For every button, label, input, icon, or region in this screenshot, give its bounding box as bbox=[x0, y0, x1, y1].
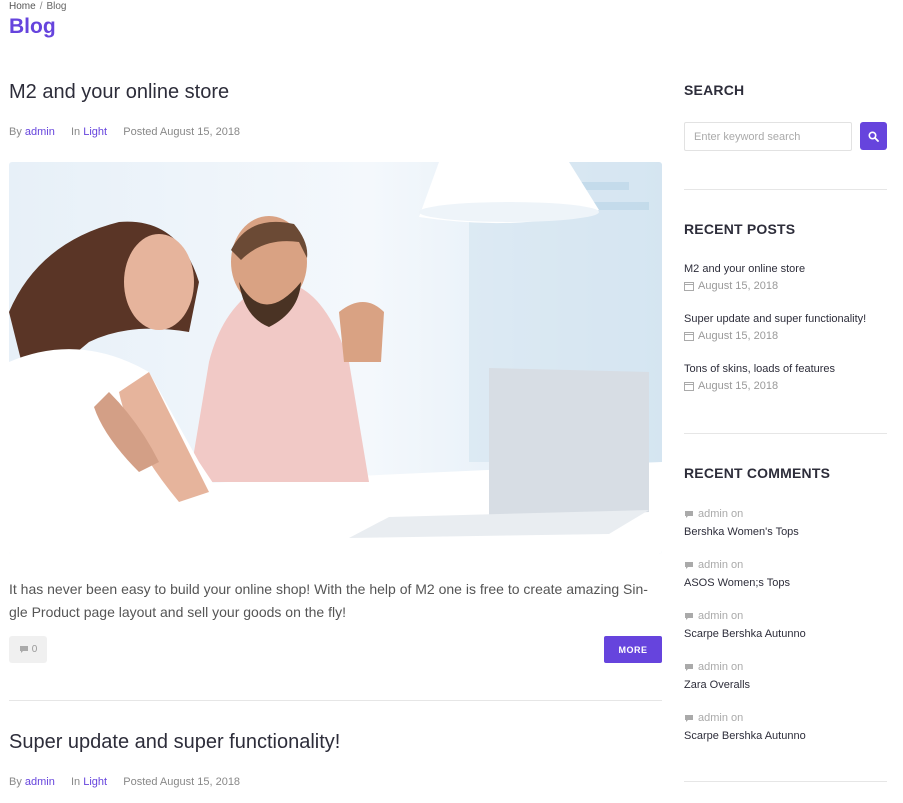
search-button[interactable] bbox=[860, 122, 887, 150]
search-icon bbox=[868, 130, 879, 142]
comment-icon bbox=[19, 646, 28, 653]
posted-date: Posted August 15, 2018 bbox=[123, 126, 241, 138]
category-link[interactable]: Light bbox=[83, 776, 107, 788]
post-excerpt: It has never been easy to build your onl… bbox=[9, 581, 648, 620]
recent-post-link[interactable]: Tons of skins, loads of features bbox=[684, 363, 835, 375]
read-more-button[interactable]: MORE bbox=[604, 636, 662, 663]
comment-author-text: admin on bbox=[698, 712, 744, 724]
breadcrumb-home-link[interactable]: Home bbox=[9, 1, 36, 12]
comment-post-link[interactable]: Scarpe Bershka Autunno bbox=[684, 730, 806, 742]
recent-posts-title: RECENT POSTS bbox=[684, 221, 796, 237]
author-link[interactable]: admin bbox=[25, 776, 55, 788]
comment-icon bbox=[685, 561, 693, 569]
comment-author-text: admin on bbox=[698, 610, 744, 622]
page-title: Blog bbox=[9, 15, 56, 38]
comment-icon bbox=[685, 663, 693, 671]
widget-divider bbox=[684, 781, 887, 782]
calendar-icon bbox=[684, 332, 694, 341]
breadcrumb-separator: / bbox=[39, 1, 43, 12]
post-divider bbox=[9, 700, 662, 701]
comment-post-link[interactable]: ASOS Women;s Tops bbox=[684, 577, 790, 589]
comment-author: admin on bbox=[684, 508, 743, 520]
post-meta: By admin In Light Posted August 15, 2018 bbox=[9, 776, 240, 788]
comment-count-button[interactable]: 0 bbox=[9, 636, 47, 663]
by-label: By bbox=[9, 776, 22, 788]
recent-comments-title: RECENT COMMENTS bbox=[684, 465, 831, 481]
recent-post-date-text: August 15, 2018 bbox=[698, 280, 779, 292]
calendar-icon bbox=[684, 382, 694, 391]
widget-divider bbox=[684, 189, 887, 190]
search-widget-title: SEARCH bbox=[684, 82, 745, 98]
recent-post-link[interactable]: M2 and your online store bbox=[684, 263, 805, 275]
office-meeting-photo bbox=[9, 162, 662, 554]
breadcrumb: Home / Blog bbox=[9, 1, 66, 12]
in-label: In bbox=[71, 776, 81, 788]
comment-author: admin on bbox=[684, 712, 743, 724]
post-featured-image[interactable] bbox=[9, 162, 662, 554]
comment-author: admin on bbox=[684, 559, 743, 571]
by-label: By bbox=[9, 126, 22, 138]
comment-post-link[interactable]: Scarpe Bershka Autunno bbox=[684, 628, 806, 640]
comment-author-text: admin on bbox=[698, 508, 744, 520]
comment-count: 0 bbox=[31, 644, 38, 655]
comment-author: admin on bbox=[684, 661, 743, 673]
calendar-icon bbox=[684, 282, 694, 291]
comment-icon bbox=[685, 612, 693, 620]
comment-icon bbox=[685, 510, 693, 518]
comment-author-text: admin on bbox=[698, 661, 744, 673]
author-link[interactable]: admin bbox=[25, 126, 55, 138]
recent-post-date-text: August 15, 2018 bbox=[698, 330, 779, 342]
comment-post-link[interactable]: Bershka Women's Tops bbox=[684, 526, 799, 538]
recent-post-link[interactable]: Super update and super functionality! bbox=[684, 313, 866, 325]
widget-divider bbox=[684, 433, 887, 434]
recent-post-date: August 15, 2018 bbox=[684, 330, 778, 342]
recent-post-date-text: August 15, 2018 bbox=[698, 380, 779, 392]
post-title-link[interactable]: M2 and your online store bbox=[9, 81, 229, 104]
category-link[interactable]: Light bbox=[83, 126, 107, 138]
comment-post-link[interactable]: Zara Overalls bbox=[684, 679, 750, 691]
post-title-link[interactable]: Super update and super functionality! bbox=[9, 731, 340, 754]
search-input[interactable] bbox=[684, 122, 852, 151]
comment-icon bbox=[685, 714, 693, 722]
comment-author: admin on bbox=[684, 610, 743, 622]
in-label: In bbox=[71, 126, 81, 138]
breadcrumb-current: Blog bbox=[46, 1, 67, 12]
recent-post-date: August 15, 2018 bbox=[684, 380, 778, 392]
recent-post-date: August 15, 2018 bbox=[684, 280, 778, 292]
posted-date: Posted August 15, 2018 bbox=[123, 776, 241, 788]
comment-author-text: admin on bbox=[698, 559, 744, 571]
post-meta: By admin In Light Posted August 15, 2018 bbox=[9, 126, 240, 138]
